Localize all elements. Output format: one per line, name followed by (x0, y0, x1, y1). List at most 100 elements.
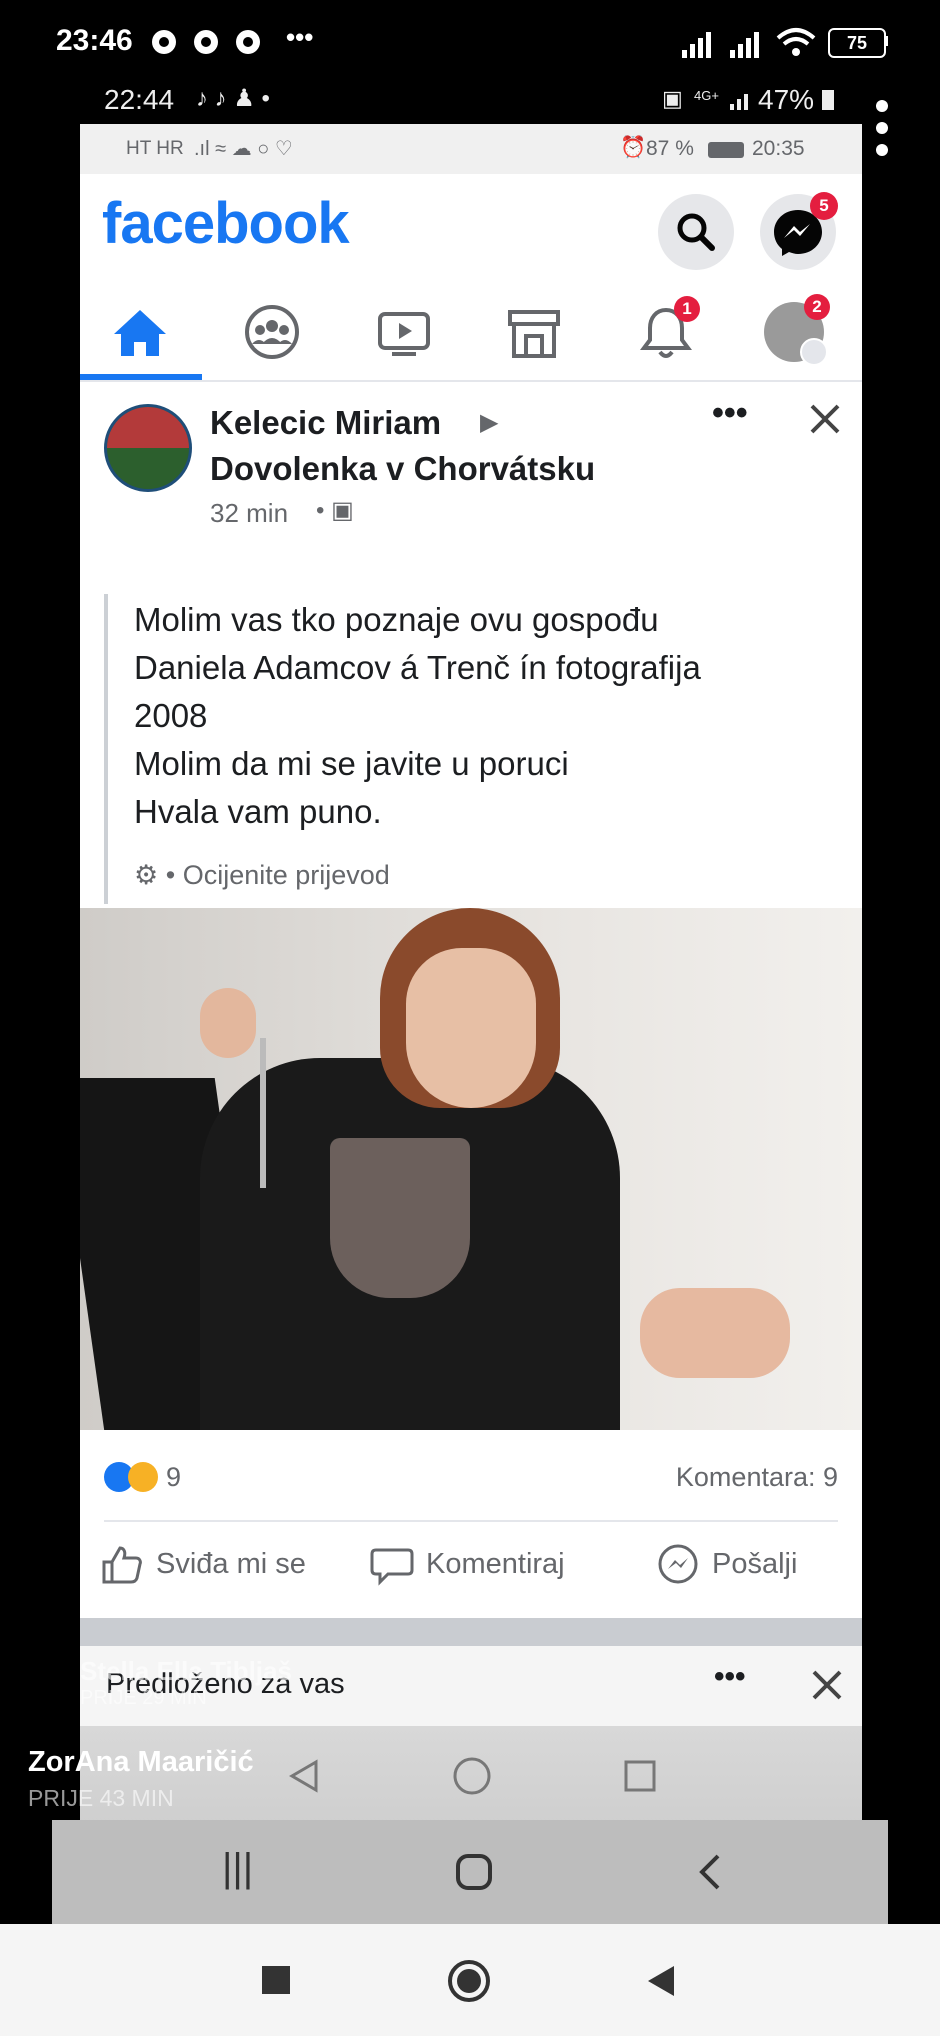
share-button[interactable]: Pošalji (656, 1542, 797, 1586)
overlay-viewer-1: Stella Ella Tibljaš PRIJE 29 MIN (80, 1656, 292, 1710)
photo-hand-left (200, 988, 256, 1058)
suggested-more-icon[interactable]: ••• (714, 1660, 746, 1694)
inner-status-time: 22:44 (104, 84, 175, 115)
video-icon (378, 312, 430, 356)
messenger-badge: 5 (810, 192, 838, 220)
like-label: Sviđa mi se (156, 1547, 306, 1580)
share-label: Pošalji (712, 1547, 798, 1580)
fb-battery-pct: 87 % (646, 137, 694, 160)
photo-chain (260, 1038, 266, 1188)
more-options-icon[interactable] (876, 100, 888, 156)
feed-separator (80, 1618, 862, 1646)
facebook-app-screen: HT HR .ıl ≈ ☁ ○ ♡ ⏰ 87 % 20:35 facebook … (80, 124, 862, 1824)
tab-groups[interactable] (242, 304, 302, 360)
reaction-count[interactable]: 9 (166, 1462, 181, 1493)
signal-icon (682, 32, 711, 58)
inner-battery-pct: 47% (758, 84, 815, 115)
photo-lace (330, 1138, 470, 1298)
network-type: 4G+ (694, 88, 719, 103)
menu-icon (800, 338, 828, 366)
battery-tip (884, 36, 888, 46)
post-photo[interactable] (80, 908, 862, 1430)
thumbs-up-icon (102, 1546, 142, 1584)
comment-label: Komentiraj (426, 1547, 565, 1580)
chrome-icon (194, 30, 218, 54)
post-text-line: Molim vas tko poznaje ovu gospođu (134, 601, 659, 638)
post-author[interactable]: Kelecic Miriam (210, 404, 441, 442)
chrome-notification-icons (150, 28, 262, 56)
arrow-right-icon: ▶ (480, 409, 499, 436)
recents-lines-icon[interactable]: ||| (222, 1846, 253, 1891)
more-notifications-icon: ••• (286, 22, 314, 52)
viewer-name: ZorAna Maaričić (28, 1746, 254, 1778)
lock-icon: ▣ (662, 86, 683, 111)
back-chevron-icon[interactable] (692, 1850, 728, 1894)
carrier-label: HT HR (126, 138, 184, 159)
tab-watch[interactable] (374, 304, 434, 360)
home-button-icon[interactable] (446, 1958, 492, 2004)
overlay-viewer-2: ZorAna Maaričić PRIJE 43 MIN (28, 1746, 254, 1812)
post-group-name[interactable]: Dovolenka v Chorvátsku (210, 450, 595, 488)
back-icon[interactable] (284, 1756, 324, 1796)
outer-status-time: 23:46 (56, 24, 133, 57)
comment-icon (370, 1548, 414, 1586)
viewer-time: PRIJE 29 MIN (80, 1687, 207, 1709)
fb-nav-tabs: 1 2 (80, 280, 862, 382)
like-button[interactable]: Sviđa mi se (100, 1542, 306, 1586)
search-icon (677, 213, 715, 251)
reactions-bar: 9 Komentara: 9 (80, 1430, 862, 1522)
photo-face (406, 948, 536, 1108)
post-text-line: Hvala vam puno. (134, 793, 382, 830)
battery-icon: 75 (828, 28, 886, 58)
suggested-close-icon[interactable] (810, 1668, 844, 1702)
fb-status-icons: .ıl ≈ ☁ ○ ♡ (194, 138, 293, 160)
tab-marketplace[interactable] (504, 304, 564, 360)
facebook-logo: facebook (102, 191, 350, 256)
post-header: Kelecic Miriam ▶ Dovolenka v Chorvátsku … (80, 382, 862, 532)
settings-gear-icon: ⚙ (134, 860, 159, 890)
quote-bar (104, 594, 108, 904)
group-privacy-icon: • ▣ (316, 497, 354, 524)
viewer-time: PRIJE 43 MIN (28, 1785, 174, 1811)
fb-status-bar: HT HR .ıl ≈ ☁ ○ ♡ ⏰ 87 % 20:35 (80, 124, 862, 174)
battery-level: 75 (846, 33, 868, 53)
active-tab-indicator (80, 374, 202, 380)
fb-battery-icon (708, 142, 744, 158)
group-avatar[interactable] (104, 404, 192, 492)
post-more-icon[interactable]: ••• (712, 394, 748, 433)
translation-rating-label: Ocijenite prijevod (182, 860, 390, 890)
post-text-line: 2008 (134, 697, 208, 734)
wifi-icon (776, 28, 816, 56)
comments-count[interactable]: Komentara: 9 (676, 1462, 838, 1493)
fb-header: facebook 5 (80, 174, 862, 280)
middle-nav-bar: ||| (52, 1820, 888, 1924)
close-post-icon[interactable] (808, 402, 842, 436)
square-recents-icon[interactable] (262, 1966, 290, 1994)
fb-status-time: 20:35 (752, 137, 805, 160)
home-rounded-icon[interactable] (454, 1852, 494, 1892)
system-nav-bar (0, 1924, 940, 2036)
comment-button[interactable]: Komentiraj (370, 1542, 565, 1586)
menu-badge: 2 (804, 294, 830, 320)
triangle-back-icon[interactable] (646, 1964, 678, 1998)
chrome-icon (152, 30, 176, 54)
marketplace-icon (508, 310, 560, 358)
inner-battery-icon (822, 90, 834, 110)
signal-icon-2 (730, 32, 759, 58)
inner-signal-icon (730, 94, 748, 110)
search-button[interactable] (658, 194, 734, 270)
alarm-icon: ⏰ (620, 136, 647, 159)
recents-icon[interactable] (620, 1756, 660, 1796)
tiktok-icons: ♪ ♪ ♟ • (196, 85, 270, 112)
wow-reaction-icon (128, 1462, 158, 1492)
home-circle-icon[interactable] (450, 1754, 494, 1798)
inner-status-bar: 22:44 ♪ ♪ ♟ • ▣ 4G+ 47% (78, 76, 862, 128)
post-text-line: Daniela Adamcov á Trenč ín fotografija (134, 649, 701, 686)
translation-rating[interactable]: ⚙ • Ocijenite prijevod (134, 860, 390, 891)
post-text: Molim vas tko poznaje ovu gospođu Daniel… (134, 596, 844, 836)
home-icon (114, 310, 166, 356)
photo-hand-right (640, 1288, 790, 1378)
groups-icon (245, 305, 299, 359)
post-actions: Sviđa mi se Komentiraj Pošalji (80, 1522, 862, 1618)
tab-home[interactable] (110, 304, 170, 360)
